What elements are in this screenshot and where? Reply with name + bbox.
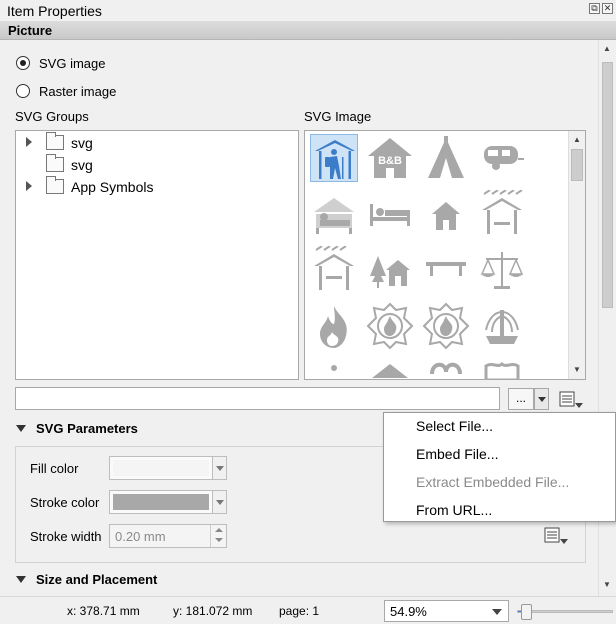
menu-item-select-file[interactable]: Select File...	[416, 418, 493, 434]
section-title: Picture	[8, 23, 53, 38]
justice-scales-icon[interactable]	[478, 246, 526, 294]
stroke-width-value: 0.20 mm	[115, 529, 166, 544]
hiker-shelter-icon[interactable]	[310, 134, 358, 182]
svg-parameters-toggle[interactable]: SVG Parameters	[16, 421, 216, 439]
scroll-thumb[interactable]	[602, 62, 613, 308]
svg-groups-tree[interactable]: svg svg App Symbols	[15, 130, 299, 380]
stroke-color-button[interactable]	[109, 490, 213, 514]
tree-item-app-symbols[interactable]: App Symbols	[16, 176, 298, 197]
fire-icon[interactable]	[310, 302, 358, 350]
fill-color-label: Fill color	[30, 461, 79, 476]
fountain-icon[interactable]	[478, 302, 526, 350]
stroke-color-dropdown[interactable]	[212, 490, 227, 514]
scroll-up-icon[interactable]: ▲	[573, 135, 581, 144]
title-bar: Item Properties ⧉ ✕	[0, 0, 616, 21]
bench-icon[interactable]	[422, 246, 470, 294]
chalet-icon[interactable]	[366, 246, 414, 294]
spin-up-icon[interactable]	[215, 528, 223, 532]
svg-groups-label: SVG Groups	[15, 109, 89, 124]
hotel-bed-icon[interactable]	[366, 190, 414, 238]
spin-down-icon[interactable]	[215, 538, 223, 542]
tent-icon[interactable]	[422, 134, 470, 182]
collapse-arrow-icon[interactable]	[16, 576, 26, 583]
size-placement-toggle[interactable]: Size and Placement	[16, 572, 216, 590]
info-icon[interactable]	[310, 358, 358, 379]
folder-icon	[46, 154, 64, 172]
fire-station-icon[interactable]	[366, 302, 414, 350]
shelter-icon[interactable]	[310, 245, 358, 294]
svg-text:B&B: B&B	[378, 155, 402, 167]
svg-image-panel-label: SVG Image	[304, 109, 372, 124]
folder-icon	[46, 132, 64, 150]
hostel-icon[interactable]	[310, 190, 358, 238]
window-title: Item Properties	[7, 3, 102, 19]
float-icon[interactable]: ⧉	[589, 3, 600, 14]
data-defined-override-icon[interactable]	[558, 389, 584, 411]
menu-item-embed-file[interactable]: Embed File...	[416, 446, 498, 462]
raster-image-label[interactable]: Raster image	[39, 84, 116, 99]
tree-item-label: svg	[71, 157, 93, 173]
svg-parameters-title: SVG Parameters	[36, 421, 138, 436]
tree-item-svg-2[interactable]: svg	[16, 154, 298, 175]
svg-image-label[interactable]: SVG image	[39, 56, 105, 71]
x-coordinate: x: 378.71 mm	[67, 604, 140, 618]
svg-path-input[interactable]	[15, 387, 500, 410]
tree-item-svg-1[interactable]: svg	[16, 132, 298, 153]
shelter-rain-icon[interactable]	[478, 189, 526, 238]
browse-button[interactable]: ...	[508, 388, 534, 410]
section-header: Picture	[0, 21, 616, 40]
scroll-thumb[interactable]	[571, 149, 583, 181]
stroke-color-label: Stroke color	[30, 495, 100, 510]
pretzel-icon[interactable]	[422, 358, 470, 379]
raster-image-radio[interactable]	[16, 84, 30, 98]
stroke-color-swatch	[113, 494, 209, 510]
scroll-down-icon[interactable]: ▼	[603, 580, 611, 589]
expand-arrow-icon[interactable]	[26, 137, 32, 147]
status-bar: x: 378.71 mm y: 181.072 mm page: 1 54.9%	[0, 596, 616, 624]
browse-dropdown-arrow[interactable]	[534, 388, 549, 410]
scroll-down-icon[interactable]: ▼	[573, 365, 581, 374]
scroll-up-icon[interactable]: ▲	[603, 44, 611, 53]
stroke-width-label: Stroke width	[30, 529, 102, 544]
svg-grid-scrollbar[interactable]: ▲ ▼	[568, 131, 585, 379]
file-context-menu: Select File... Embed File... Extract Emb…	[383, 412, 616, 522]
zoom-value: 54.9%	[390, 604, 427, 619]
fill-color-swatch	[113, 460, 209, 476]
tree-item-label: svg	[71, 135, 93, 151]
zoom-combobox[interactable]: 54.9%	[384, 600, 509, 622]
expand-arrow-icon[interactable]	[26, 181, 32, 191]
fill-color-button[interactable]	[109, 456, 213, 480]
zoom-slider-handle[interactable]	[520, 604, 532, 620]
house-icon[interactable]	[422, 190, 470, 238]
stroke-width-spinbox[interactable]: 0.20 mm	[109, 524, 227, 548]
svg-image-radio[interactable]	[16, 56, 30, 70]
collapse-arrow-icon[interactable]	[16, 425, 26, 432]
menu-item-from-url[interactable]: From URL...	[416, 502, 492, 518]
svg-image-grid[interactable]: B&B ▲ ▼	[304, 130, 586, 380]
fire-brigade-icon[interactable]	[422, 302, 470, 350]
menu-item-extract-embedded-file: Extract Embedded File...	[416, 474, 570, 490]
route-shield-icon[interactable]	[478, 358, 526, 379]
close-icon[interactable]: ✕	[602, 3, 613, 14]
y-coordinate: y: 181.072 mm	[173, 604, 253, 618]
tree-item-label: App Symbols	[71, 179, 154, 195]
caravan-icon[interactable]	[478, 134, 526, 182]
zoom-dropdown-icon[interactable]	[492, 609, 502, 615]
museum-icon[interactable]	[366, 358, 414, 379]
bed-and-breakfast-icon[interactable]: B&B	[366, 134, 414, 182]
page-indicator: page: 1	[279, 604, 320, 618]
zoom-slider[interactable]	[517, 604, 613, 620]
folder-icon	[46, 176, 64, 194]
data-defined-override-icon[interactable]	[543, 525, 569, 547]
fill-color-dropdown[interactable]	[212, 456, 227, 480]
size-placement-title: Size and Placement	[36, 572, 158, 587]
